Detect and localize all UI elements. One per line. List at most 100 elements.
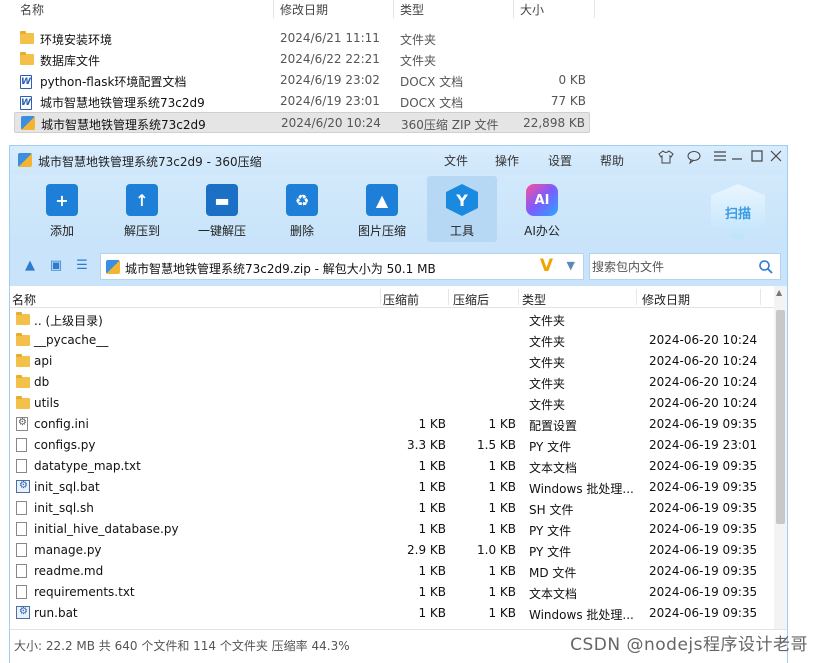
table-row[interactable]: init_sql.bat 1 KB 1 KB Windows 批处理... 2024-0… [10,477,776,498]
explorer-col-date[interactable]: 修改日期 [280,1,328,18]
table-row[interactable]: requirements.txt 1 KB 1 KB 文本文档 2024-06-19 0… [10,582,776,603]
explorer-row-name: 环境安装环境 [40,33,113,47]
column-divider[interactable] [448,289,449,305]
verified-v-icon[interactable]: V [540,256,553,276]
col-compressed-after[interactable]: 压缩后 [453,291,489,308]
table-row[interactable]: datatype_map.txt 1 KB 1 KB 文本文档 2024-06-19 0… [10,456,776,477]
file-name: __pycache__ [34,333,109,347]
feedback-icon[interactable] [684,149,704,169]
path-bar: ▲ ▣ ☰ 城市智慧地铁管理系统73c2d9.zip - 解包大小为 50.1 … [10,246,787,286]
close-icon[interactable] [766,149,786,169]
explorer-col-size[interactable]: 大小 [520,1,544,18]
vertical-scrollbar[interactable]: ▲ [774,286,787,629]
table-row[interactable]: configs.py 3.3 KB 1.5 KB PY 文件 2024-06-19 23… [10,435,776,456]
scroll-thumb[interactable] [776,310,785,524]
col-type[interactable]: 类型 [522,291,546,308]
table-row[interactable]: .. (上级目录) 文件夹 [10,309,776,330]
explorer-row-type: 文件夹 [400,33,437,47]
modified-date: 2024-06-20 10:24 [649,354,758,368]
list-column-header: 名称 压缩前 压缩后 类型 修改日期 [10,286,776,308]
col-name[interactable]: 名称 [12,291,36,308]
file-name: datatype_map.txt [34,459,141,473]
scan-button[interactable]: 扫描 [711,184,765,240]
menu-file[interactable]: 文件 [444,152,468,169]
extract-to-button[interactable]: ↑ 解压到 [107,176,177,242]
explorer-row[interactable]: W python-flask环境配置文档 2024/6/19 23:02 DOC… [14,70,590,91]
column-divider[interactable] [594,0,595,18]
batch-file-icon [16,606,30,620]
path-field[interactable]: 城市智慧地铁管理系统73c2d9.zip - 解包大小为 50.1 MB V ▼ [100,253,584,280]
table-row[interactable]: initial_hive_database.py 1 KB 1 KB PY 文件 202… [10,519,776,540]
file-name: config.ini [34,417,89,431]
file-icon [16,522,30,536]
file-icon [16,543,30,557]
explorer-col-name[interactable]: 名称 [20,1,44,18]
file-type: 配置设置 [529,419,578,433]
column-divider[interactable] [636,289,637,305]
column-divider[interactable] [273,0,274,18]
up-arrow-icon[interactable]: ▲ [22,258,38,274]
file-name: initial_hive_database.py [34,522,179,536]
size-before: 1 KB [418,501,446,515]
column-divider[interactable] [518,289,519,305]
minimize-icon[interactable] [727,149,747,169]
file-list: .. (上级目录) 文件夹 __pycache__ 文件夹 2024-06-20 10:… [10,308,776,629]
explorer-row-date: 2024/6/21 11:11 [280,31,380,45]
explorer-row[interactable]: 环境安装环境 2024/6/21 11:11 文件夹 [14,28,590,49]
table-row[interactable]: utils 文件夹 2024-06-20 10:24 [10,393,776,414]
table-row[interactable]: readme.md 1 KB 1 KB MD 文件 2024-06-19 09:35 [10,561,776,582]
col-compressed-before[interactable]: 压缩前 [383,291,419,308]
file-type: 文本文档 [529,461,578,475]
explorer-row[interactable]: W 城市智慧地铁管理系统73c2d9 2024/6/19 23:01 DOCX … [14,91,590,112]
size-before: 1 KB [418,522,446,536]
file-type: PY 文件 [529,440,572,454]
modified-date: 2024-06-19 09:35 [649,480,758,494]
skin-icon[interactable] [656,149,676,169]
maximize-icon[interactable] [747,149,767,169]
add-button[interactable]: + 添加 [27,176,97,242]
table-row[interactable]: __pycache__ 文件夹 2024-06-20 10:24 [10,330,776,351]
title-bar[interactable]: 城市智慧地铁管理系统73c2d9 - 360压缩 文件 操作 设置 帮助 [10,146,787,174]
explorer-row-type: 360压缩 ZIP 文件 [401,118,499,132]
ai-office-button[interactable]: AI AI办公 [507,176,577,242]
delete-icon: ♻ [286,184,318,216]
search-input[interactable] [592,256,752,277]
one-click-extract-button[interactable]: ▬ 一键解压 [187,176,257,242]
column-divider[interactable] [513,0,514,18]
size-after: 1 KB [488,522,516,536]
chevron-down-icon[interactable]: ▼ [567,259,575,272]
table-row[interactable]: config.ini 1 KB 1 KB 配置设置 2024-06-19 09:35 [10,414,776,435]
table-row[interactable]: db 文件夹 2024-06-20 10:24 [10,372,776,393]
view-list-icon[interactable]: ☰ [74,258,90,274]
table-row[interactable]: manage.py 2.9 KB 1.0 KB PY 文件 2024-06-19 09:… [10,540,776,561]
zip-archive-icon [106,260,120,274]
delete-button[interactable]: ♻ 删除 [267,176,337,242]
explorer-col-type[interactable]: 类型 [400,1,424,18]
explorer-row[interactable]: 数据库文件 2024/6/22 22:21 文件夹 [14,49,590,70]
search-box [589,253,781,280]
view-thumbnail-icon[interactable]: ▣ [48,258,64,274]
column-divider[interactable] [760,289,761,305]
one-click-extract-icon: ▬ [206,184,238,216]
table-row[interactable]: run.bat 1 KB 1 KB Windows 批处理... 2024-06-19 … [10,603,776,624]
column-divider[interactable] [393,0,394,18]
table-row[interactable]: init_sql.sh 1 KB 1 KB SH 文件 2024-06-19 09:35 [10,498,776,519]
col-date[interactable]: 修改日期 [642,291,690,308]
table-row[interactable]: api 文件夹 2024-06-20 10:24 [10,351,776,372]
word-doc-icon: W [20,96,32,110]
menu-settings[interactable]: 设置 [548,152,572,169]
explorer-row-selected[interactable]: 城市智慧地铁管理系统73c2d9 2024/6/20 10:24 360压缩 Z… [14,112,590,133]
file-type: 文件夹 [529,335,566,349]
modified-date: 2024-06-19 23:01 [649,438,758,452]
search-icon[interactable] [758,259,774,275]
file-name: init_sql.sh [34,501,94,515]
scan-label: 扫描 [724,206,751,222]
image-compress-button[interactable]: ▲ 图片压缩 [347,176,417,242]
menu-help[interactable]: 帮助 [600,152,624,169]
explorer-row-type: DOCX 文档 [400,75,464,89]
folder-icon [16,333,30,347]
scroll-up-icon[interactable]: ▲ [776,288,782,297]
column-divider[interactable] [380,289,381,305]
menu-operate[interactable]: 操作 [495,152,519,169]
tools-button[interactable]: Y 工具 [427,176,497,242]
